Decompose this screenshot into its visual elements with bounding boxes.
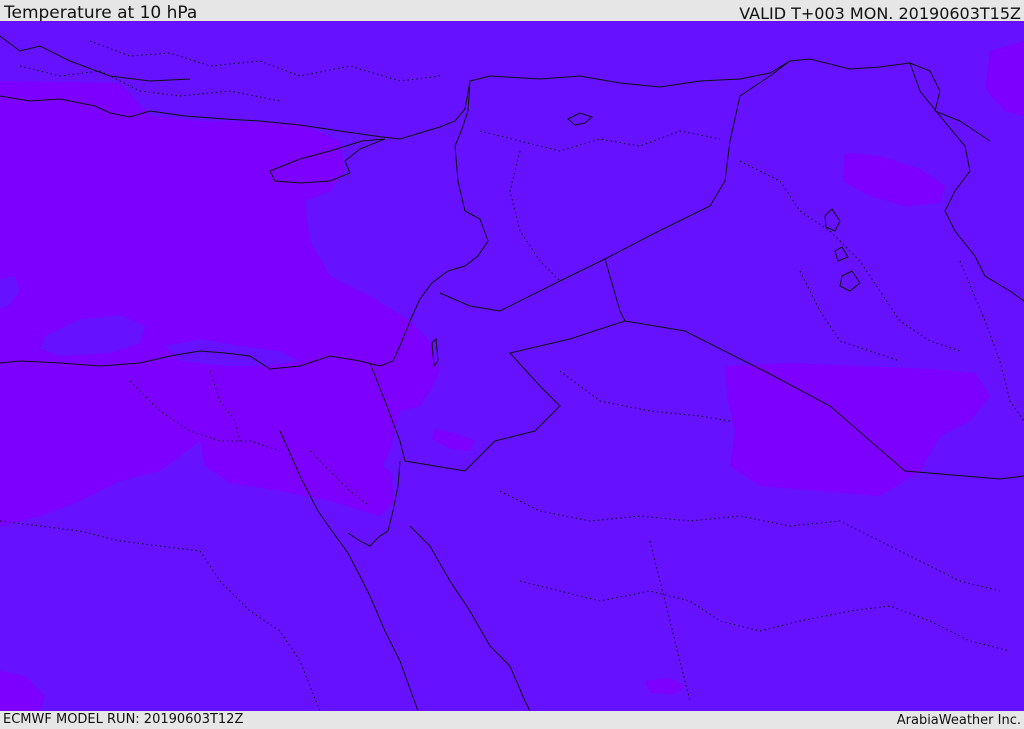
map-canvas [0, 21, 1024, 711]
header-bar: Temperature at 10 hPa VALID T+003 MON. 2… [0, 0, 1024, 23]
footer-bar: ECMWF MODEL RUN: 20190603T12Z ArabiaWeat… [0, 711, 1024, 729]
map-panel [0, 21, 1024, 711]
map-title: Temperature at 10 hPa [4, 3, 198, 23]
credit-label: ArabiaWeather Inc. [896, 713, 1021, 728]
weather-map-figure: Temperature at 10 hPa VALID T+003 MON. 2… [0, 0, 1024, 729]
model-run-label: ECMWF MODEL RUN: 20190603T12Z [3, 712, 244, 727]
